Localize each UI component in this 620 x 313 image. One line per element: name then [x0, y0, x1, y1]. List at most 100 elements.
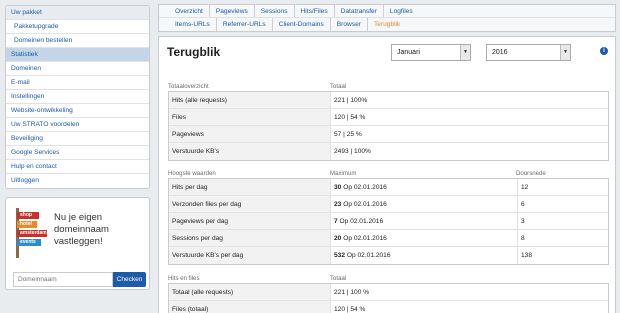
hits-header-label: Hits en files — [168, 275, 200, 282]
row-label: Verstuurde KB's per dag — [169, 247, 331, 264]
sidebar-item-instellingen[interactable]: Instellingen — [6, 90, 149, 104]
row-average: 12 — [517, 179, 528, 195]
overview-table: Hits (alle requests) 221 | 100% Files 120 |… — [168, 91, 609, 161]
overview-header-total: Totaal — [330, 83, 347, 90]
row-average: 6 — [517, 196, 525, 212]
sidebar-item-beveiliging[interactable]: Beveiliging — [6, 132, 149, 146]
row-label: Sessions per dag — [169, 230, 331, 246]
row-label: Hits (alle requests) — [169, 92, 331, 108]
row-maximum: 532 Op 02.01.2016 — [331, 247, 517, 264]
sidebar: Uw pakket Pakketupgrade Domeinen bestellen… — [5, 5, 150, 290]
tab-browser[interactable]: Browser — [331, 18, 368, 31]
sidebar-item-google-services[interactable]: Google Services — [6, 146, 149, 160]
check-domain-button[interactable]: Checken — [113, 272, 146, 287]
table-row: Hits per dag 30 Op 02.01.2016 12 — [169, 179, 608, 196]
chevron-down-icon: ▼ — [460, 45, 470, 60]
max-value: 20 — [334, 235, 342, 242]
sidebar-item-hulp-en-contact[interactable]: Hulp en contact — [6, 160, 149, 174]
month-select[interactable]: Januari ▼ — [391, 44, 471, 61]
row-label: Hits per dag — [169, 179, 331, 195]
max-value: 30 — [334, 184, 342, 191]
sidebar-item-statistiek[interactable]: Statistiek — [6, 48, 149, 62]
sidebar-item-domeinen[interactable]: Domeinen — [6, 62, 149, 76]
row-label: Files — [169, 109, 331, 125]
row-value: 221 | 100 % — [334, 289, 370, 296]
max-date: Op 02.01.2016 — [343, 235, 387, 242]
hits-table: Totaal (alle requests) 221 | 100 % Files (… — [168, 283, 609, 313]
row-label: Pageviews — [169, 126, 331, 142]
tab-pageviews[interactable]: Pageviews — [210, 5, 255, 17]
row-value: 120 | 54 % — [334, 306, 366, 313]
tab-client-domains[interactable]: Client-Domains — [273, 18, 331, 31]
retrospect-content: Terugblik Januari ▼ 2016 ▼ i Totaaloverz… — [158, 36, 616, 313]
sidebar-item-uw-pakket[interactable]: Uw pakket — [6, 6, 149, 20]
table-row: Hits (alle requests) 221 | 100% — [169, 92, 608, 109]
row-label: Files (totaal) — [169, 301, 331, 313]
max-date: Op 02.01.2016 — [339, 218, 384, 225]
max-date: Op 02.01.2016 — [343, 184, 387, 191]
sidebar-item-uitloggen[interactable]: Uitloggen — [6, 174, 149, 188]
main-panel: Overzicht Pageviews Sessions Hits/Files Data… — [158, 4, 616, 313]
row-maximum: 23 Op 02.01.2016 — [331, 196, 517, 212]
table-row: Pageviews 57 | 25 % — [169, 126, 608, 143]
table-row: Verstuurde KB's 2493 | 100% — [169, 143, 608, 160]
promo-text: Nu je eigen domeinnaam vastleggen! — [54, 212, 109, 247]
sidebar-item-domeinen-bestellen[interactable]: Domeinen bestellen — [6, 34, 149, 48]
overview-section: Totaaloverzicht Totaal Hits (alle reques… — [168, 82, 609, 161]
table-row: Files (totaal) 120 | 54 % — [169, 301, 608, 313]
tab-row-2: Items-URLs Referrer-URLs Client-Domains Bro… — [159, 18, 615, 31]
row-value: 57 | 25 % — [334, 131, 362, 138]
row-maximum: 20 Op 02.01.2016 — [331, 230, 517, 246]
table-row: Pageviews per dag 7 Op 02.01.2016 3 — [169, 213, 608, 230]
year-select-value: 2016 — [492, 49, 508, 56]
row-label: Verstuurde KB's — [169, 143, 331, 160]
sidebar-item-e-mail[interactable]: E-mail — [6, 76, 149, 90]
max-date: Op 02.01.2016 — [343, 201, 387, 208]
tab-logfiles[interactable]: Logfiles — [384, 5, 419, 17]
table-row: Verzonden files per dag 23 Op 02.01.2016 6 — [169, 196, 608, 213]
row-label: Pageviews per dag — [169, 213, 331, 229]
row-label: Totaal (alle requests) — [169, 284, 331, 300]
table-row: Totaal (alle requests) 221 | 100 % — [169, 284, 608, 301]
row-maximum: 30 Op 02.01.2016 — [331, 179, 517, 195]
hits-section: Hits en files Totaal Totaal (alle reques… — [168, 274, 609, 313]
sidebar-item-website-ontwikkeling[interactable]: Website-ontwikkeling — [6, 104, 149, 118]
tab-sessions[interactable]: Sessions — [255, 5, 295, 17]
peaks-section: Hoogste waarden Maximum Doorsnede Hits p… — [168, 169, 609, 265]
sign-events: events — [17, 239, 41, 246]
tab-row-1: Overzicht Pageviews Sessions Hits/Files Data… — [159, 5, 615, 18]
hits-header: Hits en files Totaal — [168, 274, 609, 283]
month-select-value: Januari — [397, 49, 420, 56]
domain-name-input[interactable] — [13, 272, 113, 287]
domain-signpost-icon: shop hotel amsterdam events — [13, 208, 47, 258]
overview-header-label: Totaaloverzicht — [168, 83, 209, 90]
tab-hits-files[interactable]: Hits/Files — [295, 5, 335, 17]
peaks-header-label: Hoogste waarden — [168, 170, 216, 177]
row-value: 221 | 100% — [334, 97, 368, 104]
tab-terugblik[interactable]: Terugblik — [368, 18, 406, 31]
row-value: 2493 | 100% — [334, 148, 371, 155]
peaks-header-avg: Doorsnede — [516, 170, 546, 177]
table-row: Sessions per dag 20 Op 02.01.2016 8 — [169, 230, 608, 247]
stats-tabbar: Overzicht Pageviews Sessions Hits/Files Data… — [158, 4, 616, 32]
table-row: Files 120 | 54 % — [169, 109, 608, 126]
page-title: Terugblik — [167, 45, 221, 59]
sidebar-menu: Uw pakket Pakketupgrade Domeinen bestellen… — [5, 5, 150, 189]
peaks-header: Hoogste waarden Maximum Doorsnede — [168, 169, 609, 178]
tab-items-urls[interactable]: Items-URLs — [169, 18, 217, 31]
tab-referrer-urls[interactable]: Referrer-URLs — [217, 18, 273, 31]
domain-promo: shop hotel amsterdam events Nu je eigen … — [5, 197, 150, 290]
overview-header: Totaaloverzicht Totaal — [168, 82, 609, 91]
table-row: Verstuurde KB's per dag 532 Op 02.01.2016… — [169, 247, 608, 264]
row-average: 3 — [517, 213, 525, 229]
peaks-table: Hits per dag 30 Op 02.01.2016 12 Verzonden … — [168, 178, 609, 265]
tab-datatransfer[interactable]: Datatransfer — [335, 5, 384, 17]
row-label: Verzonden files per dag — [169, 196, 331, 212]
sidebar-item-uw-strato-voordelen[interactable]: Uw STRATO voordelen — [6, 118, 149, 132]
sidebar-item-pakketupgrade[interactable]: Pakketupgrade — [6, 20, 149, 34]
year-select[interactable]: 2016 ▼ — [486, 44, 571, 61]
tab-overzicht[interactable]: Overzicht — [169, 5, 210, 17]
hits-header-total: Totaal — [330, 275, 347, 282]
info-icon[interactable]: i — [600, 47, 608, 55]
row-average: 8 — [517, 230, 525, 246]
